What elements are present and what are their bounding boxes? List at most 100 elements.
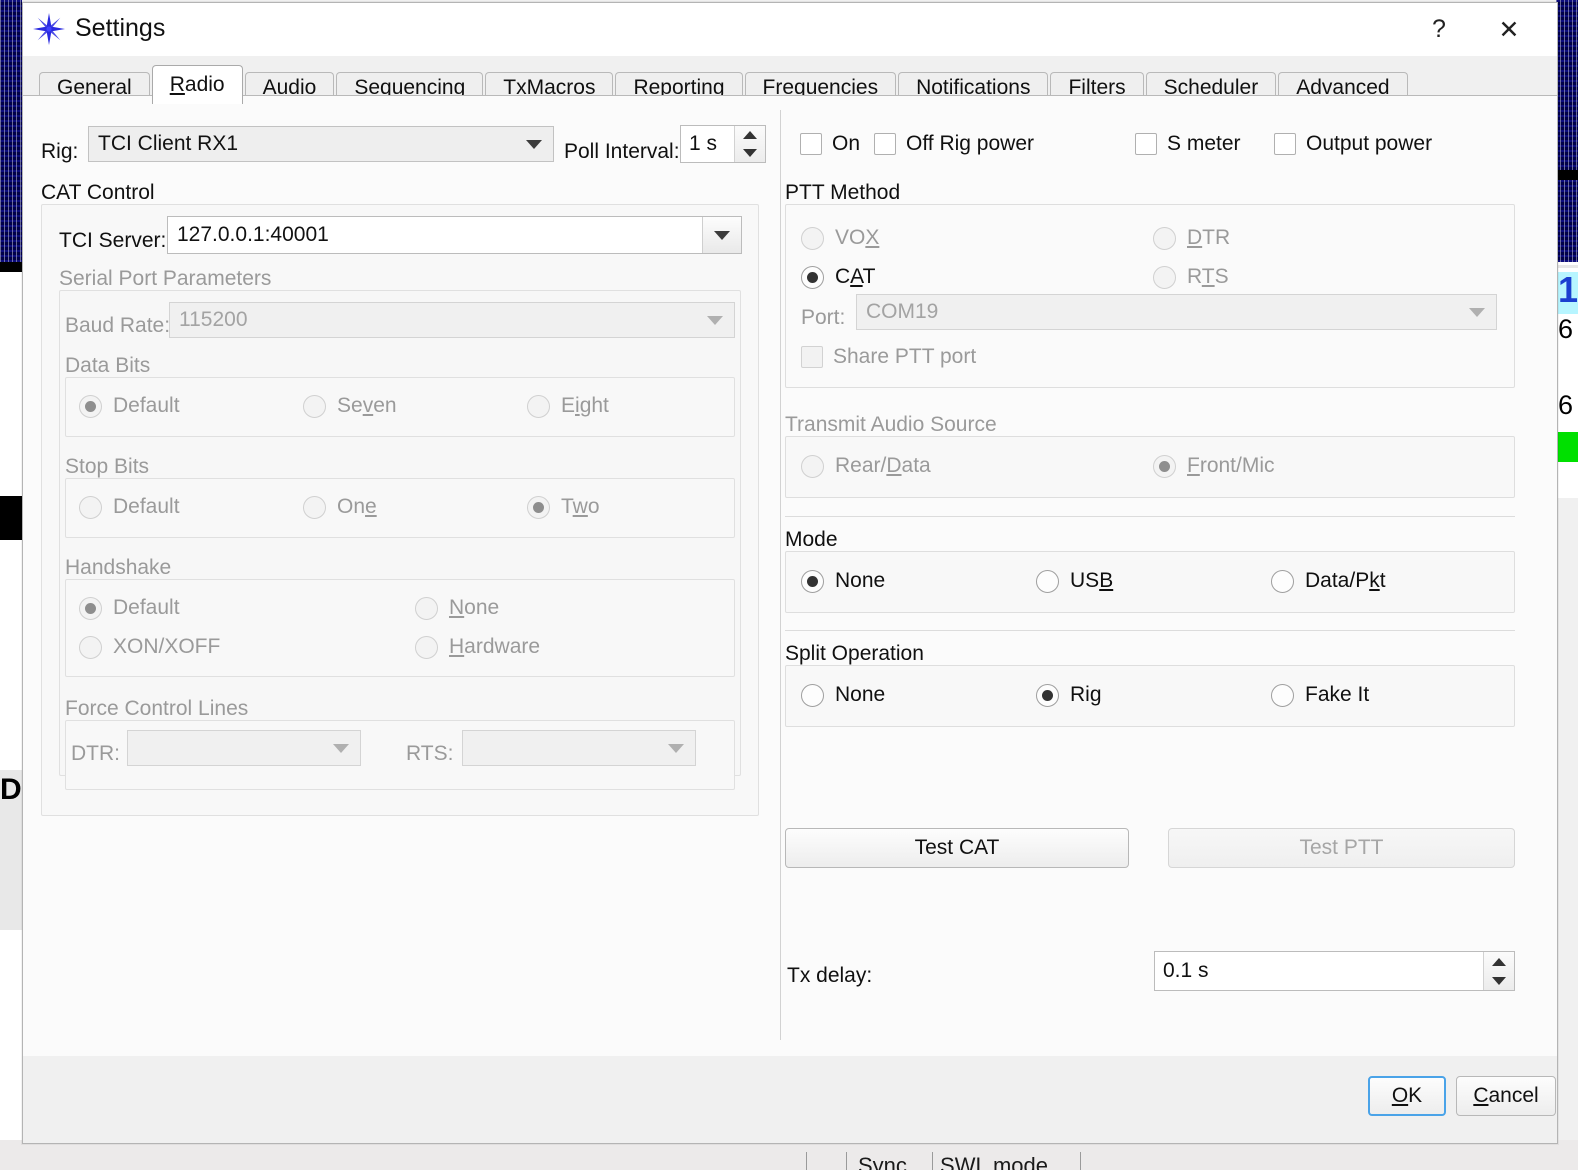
checkbox-share-ptt-port[interactable]: Share PTT port xyxy=(801,345,976,369)
background-right-strip: 1 6 6 xyxy=(1556,0,1578,1170)
test-cat-button[interactable]: Test CAT xyxy=(785,828,1129,868)
help-icon[interactable]: ? xyxy=(1409,3,1469,56)
cat-control-title: CAT Control xyxy=(41,181,155,205)
radio-stop-bits-one[interactable]: One xyxy=(303,495,377,519)
bg-big-number: 1 xyxy=(1558,272,1578,308)
dtr-combobox[interactable] xyxy=(127,730,361,766)
dtr-label: DTR: xyxy=(71,742,120,766)
rig-label: Rig: xyxy=(41,140,78,164)
spinner-buttons[interactable] xyxy=(734,126,765,162)
tx-delay-value: 0.1 s xyxy=(1155,959,1209,983)
tx-delay-spinner[interactable]: 0.1 s xyxy=(1154,951,1515,991)
bg-digit-a: 6 xyxy=(1558,316,1573,343)
radio-tab-page: Rig: TCI Client RX1 Poll Interval: 1 s O… xyxy=(23,96,1557,1056)
radio-handshake-xonxoff[interactable]: XON/XOFF xyxy=(79,635,220,659)
background-bottom-strip: Sync SWL mode xyxy=(0,1140,1578,1170)
radio-stop-bits-default[interactable]: Default xyxy=(79,495,180,519)
spinner-up-icon[interactable] xyxy=(735,126,765,144)
radio-dot xyxy=(1271,570,1294,593)
rig-combobox[interactable]: TCI Client RX1 xyxy=(88,126,554,162)
rts-combobox[interactable] xyxy=(462,730,696,766)
radio-audio-rear-data[interactable]: Rear/Data xyxy=(801,454,931,478)
bg-block xyxy=(0,540,22,770)
radio-stop-bits-two[interactable]: Two xyxy=(527,495,600,519)
test-ptt-button[interactable]: Test PTT xyxy=(1168,828,1515,868)
radio-handshake-xonxoff-label: XON/XOFF xyxy=(113,635,220,659)
chevron-down-icon xyxy=(696,303,734,337)
radio-split-fake-it[interactable]: Fake It xyxy=(1271,683,1369,707)
radio-mode-data-pkt-label: Data/Pkt xyxy=(1305,569,1386,593)
checkbox-share-ptt-port-label: Share PTT port xyxy=(833,345,976,369)
radio-mode-data-pkt[interactable]: Data/Pkt xyxy=(1271,569,1386,593)
radio-audio-rear-data-label: Rear/Data xyxy=(835,454,931,478)
radio-ptt-cat[interactable]: CAT xyxy=(801,265,875,289)
radio-dot xyxy=(79,636,102,659)
title-bar: Settings ? ✕ xyxy=(23,3,1557,56)
radio-dot xyxy=(527,496,550,519)
radio-mode-none[interactable]: None xyxy=(801,569,885,593)
radio-data-bits-seven[interactable]: Seven xyxy=(303,394,397,418)
radio-handshake-hardware[interactable]: Hardware xyxy=(415,635,540,659)
radio-audio-front-mic[interactable]: Front/Mic xyxy=(1153,454,1275,478)
poll-interval-spinner[interactable]: 1 s xyxy=(680,125,766,163)
radio-handshake-none[interactable]: None xyxy=(415,596,499,620)
bg-sync-label: Sync xyxy=(858,1153,907,1170)
radio-dot xyxy=(79,395,102,418)
radio-ptt-dtr-label: DTR xyxy=(1187,226,1230,250)
radio-split-rig-label: Rig xyxy=(1070,683,1102,707)
checkbox-on[interactable]: On xyxy=(800,132,860,156)
radio-dot xyxy=(1271,684,1294,707)
spinner-up-icon[interactable] xyxy=(1484,952,1514,971)
close-icon[interactable]: ✕ xyxy=(1479,3,1539,56)
tci-server-combobox[interactable]: 127.0.0.1:40001 xyxy=(167,216,742,254)
radio-split-rig[interactable]: Rig xyxy=(1036,683,1102,707)
checkbox-off-rig-power[interactable]: Off Rig power xyxy=(874,132,1034,156)
radio-split-none-label: None xyxy=(835,683,885,707)
cancel-button[interactable]: Cancel xyxy=(1456,1076,1556,1116)
radio-ptt-dtr[interactable]: DTR xyxy=(1153,226,1230,250)
bg-block xyxy=(0,272,22,496)
radio-audio-front-mic-label: Front/Mic xyxy=(1187,454,1275,478)
radio-data-bits-default[interactable]: Default xyxy=(79,394,180,418)
radio-split-fake-it-label: Fake It xyxy=(1305,683,1369,707)
radio-data-bits-seven-label: Seven xyxy=(337,394,397,418)
checkbox-s-meter[interactable]: S meter xyxy=(1135,132,1241,156)
checkbox-output-power[interactable]: Output power xyxy=(1274,132,1432,156)
ptt-method-title: PTT Method xyxy=(785,181,900,205)
baud-rate-combobox[interactable]: 115200 xyxy=(169,302,735,338)
window-title: Settings xyxy=(75,14,165,43)
radio-handshake-hardware-label: Hardware xyxy=(449,635,540,659)
checkbox-box xyxy=(800,133,822,155)
radio-handshake-default[interactable]: Default xyxy=(79,596,180,620)
checkbox-box xyxy=(874,133,896,155)
chevron-down-icon xyxy=(322,731,360,765)
screen: D 1 6 6 Sync SWL mode xyxy=(0,0,1578,1170)
ptt-port-value: COM19 xyxy=(857,300,938,324)
radio-dot xyxy=(415,636,438,659)
section-divider xyxy=(785,516,1515,517)
section-divider xyxy=(785,630,1515,631)
bg-block xyxy=(0,496,22,540)
chevron-down-icon xyxy=(1458,295,1496,329)
radio-ptt-vox[interactable]: VOX xyxy=(801,226,879,250)
radio-split-none[interactable]: None xyxy=(801,683,885,707)
spinner-down-icon[interactable] xyxy=(735,144,765,162)
bg-green-block xyxy=(1556,432,1578,462)
ok-button[interactable]: OK xyxy=(1368,1076,1446,1116)
checkbox-box xyxy=(1135,133,1157,155)
poll-interval-value: 1 s xyxy=(681,132,717,156)
radio-dot xyxy=(801,455,824,478)
serial-port-parameters-title: Serial Port Parameters xyxy=(59,267,271,291)
radio-ptt-rts[interactable]: RTS xyxy=(1153,265,1229,289)
bg-divider xyxy=(806,1152,807,1170)
radio-dot xyxy=(1036,684,1059,707)
baud-rate-value: 115200 xyxy=(170,308,248,332)
spinner-down-icon[interactable] xyxy=(1484,971,1514,990)
split-operation-group xyxy=(785,665,1515,727)
spinner-buttons[interactable] xyxy=(1483,952,1514,990)
tab-radio[interactable]: Radio xyxy=(152,65,243,104)
radio-mode-usb[interactable]: USB xyxy=(1036,569,1113,593)
ptt-port-combobox[interactable]: COM19 xyxy=(856,294,1497,330)
radio-data-bits-eight[interactable]: Eight xyxy=(527,394,609,418)
checkbox-box xyxy=(1274,133,1296,155)
